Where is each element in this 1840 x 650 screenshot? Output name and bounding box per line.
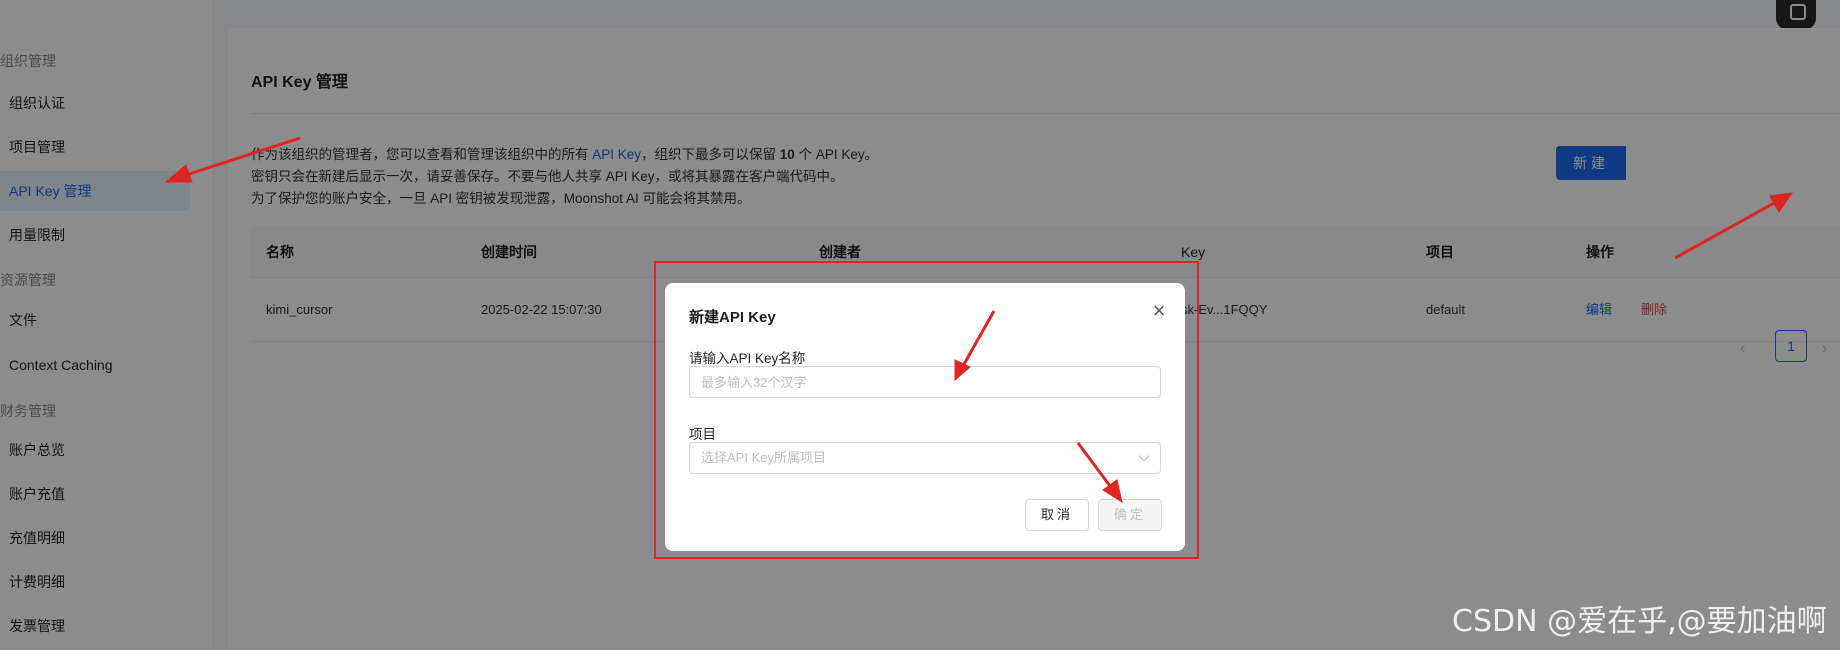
api-key-name-input[interactable]	[689, 366, 1161, 398]
create-api-key-dialog: 新建API Key × 请输入API Key名称 项目 选择API Key所属项…	[665, 283, 1185, 551]
name-field-label: 请输入API Key名称	[689, 351, 806, 366]
watermark: CSDN @爱在乎,@要加油啊	[1452, 604, 1827, 639]
close-icon[interactable]: ×	[1149, 300, 1169, 322]
confirm-button[interactable]: 确定	[1098, 499, 1162, 531]
project-select-placeholder: 选择API Key所属项目	[701, 450, 826, 465]
cancel-button[interactable]: 取消	[1025, 499, 1089, 531]
project-field-label: 项目	[689, 427, 716, 442]
chevron-down-icon	[1138, 450, 1150, 462]
dialog-title: 新建API Key	[689, 309, 776, 326]
project-select[interactable]: 选择API Key所属项目	[689, 442, 1161, 474]
